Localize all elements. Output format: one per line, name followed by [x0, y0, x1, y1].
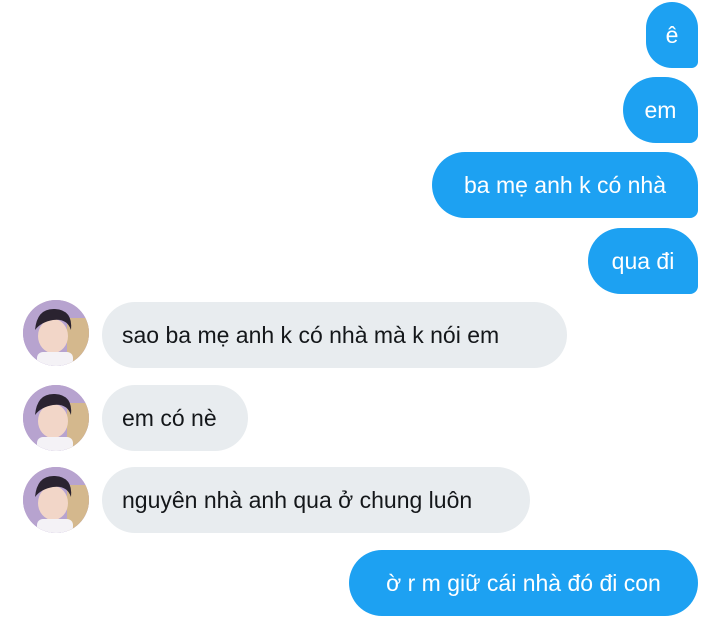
avatar-portrait-icon — [23, 467, 89, 533]
message-text: qua đi — [611, 247, 675, 274]
sent-message[interactable]: qua đi — [588, 228, 698, 294]
user-avatar-icon[interactable] — [23, 300, 89, 366]
user-avatar-icon[interactable] — [23, 467, 89, 533]
message-text: ê — [665, 21, 679, 48]
message-text: ba mẹ anh k có nhà — [463, 171, 667, 198]
sent-message[interactable]: em — [623, 77, 698, 143]
received-message[interactable]: em có nè — [102, 385, 248, 451]
avatar-portrait-icon — [23, 385, 89, 451]
message-text: ờ r m giữ cái nhà đó đi con — [386, 569, 661, 596]
user-avatar-icon[interactable] — [23, 385, 89, 451]
sent-message[interactable]: ờ r m giữ cái nhà đó đi con — [349, 550, 698, 616]
received-message[interactable]: nguyên nhà anh qua ở chung luôn — [102, 467, 530, 533]
sent-message[interactable]: ba mẹ anh k có nhà — [432, 152, 698, 218]
avatar-portrait-icon — [23, 300, 89, 366]
message-text: nguyên nhà anh qua ở chung luôn — [122, 486, 473, 513]
message-text: sao ba mẹ anh k có nhà mà k nói em — [122, 321, 500, 348]
message-text: em có nè — [122, 404, 217, 431]
received-message[interactable]: sao ba mẹ anh k có nhà mà k nói em — [102, 302, 567, 368]
sent-message[interactable]: ê — [646, 2, 698, 68]
message-text: em — [644, 96, 677, 123]
chat-thread: ê em ba mẹ anh k có nhà qua đi sao ba mẹ… — [0, 0, 720, 622]
